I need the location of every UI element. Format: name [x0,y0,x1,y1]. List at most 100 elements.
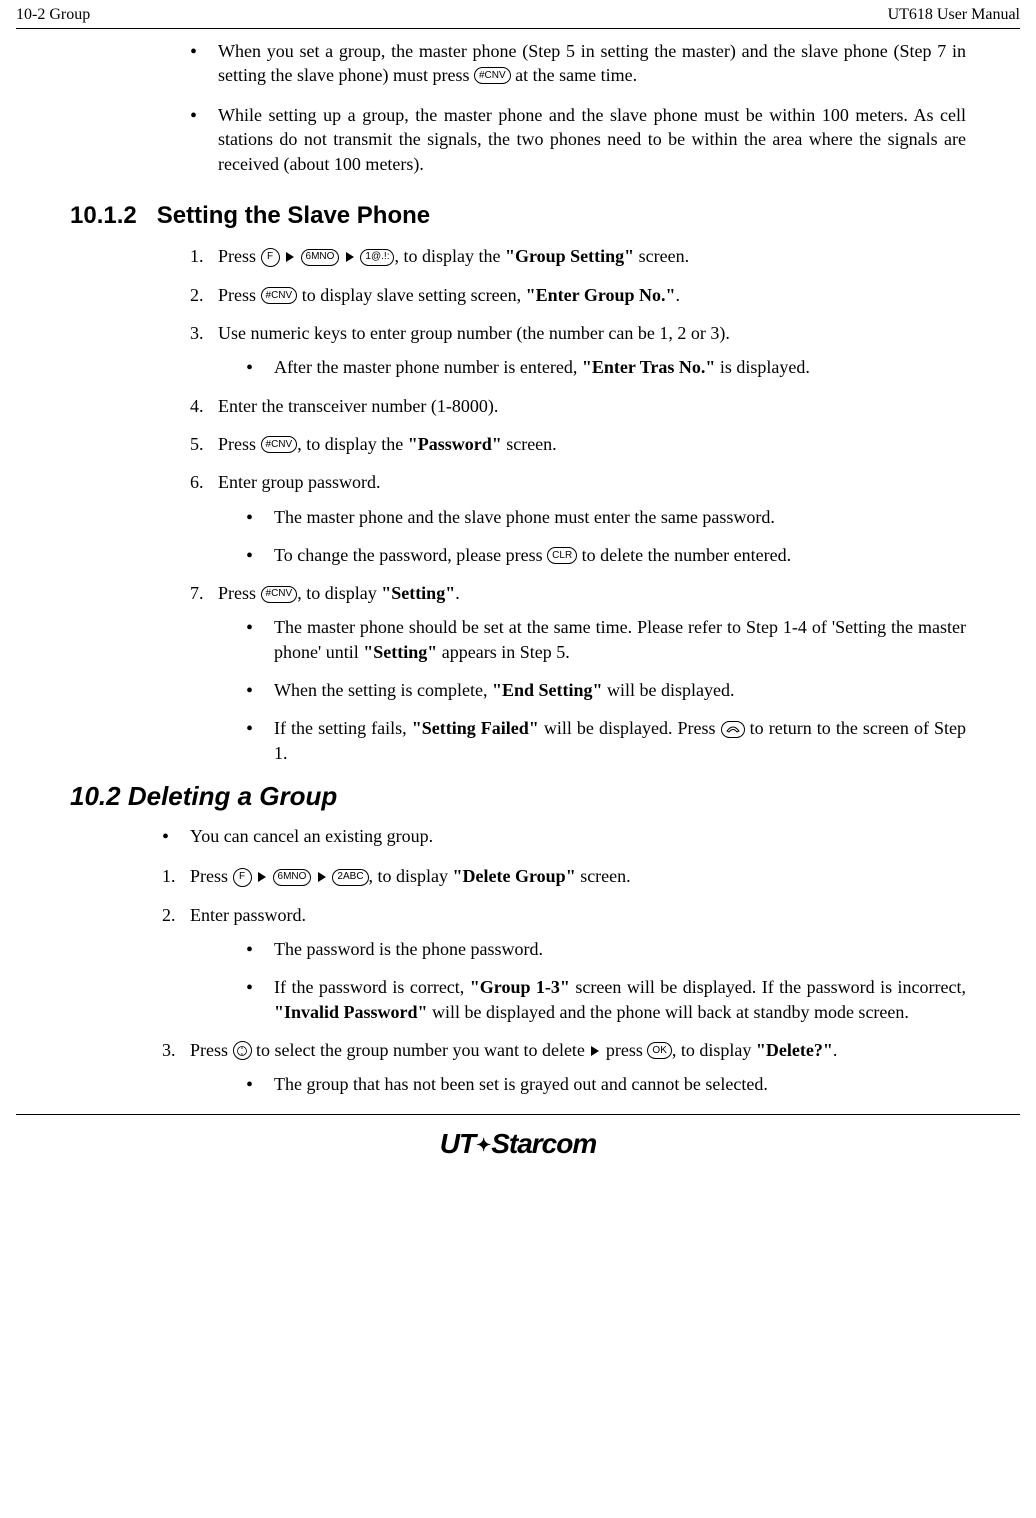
header-right: UT618 User Manual [888,4,1020,26]
sub-bullet: If the setting fails, "Setting Failed" w… [246,716,966,765]
sub-bullet: The master phone and the slave phone mus… [246,505,966,529]
ok-key-icon: OK [647,1042,671,1059]
triangle-icon [346,252,354,262]
hash-key-icon: #CNV [474,67,511,84]
step-4: 4. Enter the transceiver number (1-8000)… [190,394,966,418]
text: , to display the [394,246,505,266]
text: at the same time. [511,65,637,85]
step-6-sub: The master phone and the slave phone mus… [246,505,966,568]
sub-bullet: To change the password, please press CLR… [246,543,966,567]
text: screen will be displayed. If the passwor… [570,977,966,997]
bold-text: "Invalid Password" [274,1002,428,1022]
two-key-icon: 2ABC [332,869,368,886]
sub-bullet: The master phone should be set at the sa… [246,615,966,664]
step-5: 5. Press #CNV, to display the "Password"… [190,432,966,456]
text: screen. [502,434,557,454]
logo-ut: UT [440,1128,475,1159]
text: Enter group password. [218,472,380,492]
text: Press [218,583,261,603]
text: to select the group number you want to d… [252,1040,590,1060]
text: will be displayed and the phone will bac… [428,1002,909,1022]
text: The master phone and the slave phone mus… [274,507,775,527]
bold-text: "Setting" [381,583,455,603]
intro-bullet: You can cancel an existing group. [162,824,966,848]
text: You can cancel an existing group. [190,826,433,846]
text: The group that has not been set is graye… [274,1074,768,1094]
section-title: Setting the Slave Phone [157,202,430,229]
header-left: 10-2 Group [16,4,90,26]
footer-logo: UT✦Starcom [0,1125,1036,1171]
text: Press [190,866,233,886]
text: will be displayed. [602,680,734,700]
text: Press [218,285,261,305]
step-3-sub: After the master phone number is entered… [246,355,966,379]
step-7: 7. Press #CNV, to display "Setting". The… [190,581,966,765]
sub-bullet: The group that has not been set is graye… [246,1072,966,1096]
text: to display slave setting screen, [297,285,525,305]
text: is displayed. [715,357,810,377]
bold-text: "Enter Group No." [526,285,676,305]
f-key-icon: F [233,868,252,887]
text: The password is the phone password. [274,939,543,959]
text: Press [218,246,261,266]
step-2: 2. Press #CNV to display slave setting s… [190,283,966,307]
bold-text: "Setting" [363,642,437,662]
one-key-icon: 1@.!: [360,249,394,266]
triangle-icon [258,872,266,882]
section-heading-10-1-2: 10.1.2 Setting the Slave Phone [70,200,966,232]
main-content: When you set a group, the master phone (… [0,39,1036,1097]
step-1: 1. Press F 6MNO 2ABC, to display "Delete… [162,864,966,888]
step-6: 6. Enter group password. The master phon… [190,470,966,567]
clr-key-icon: CLR [547,547,577,564]
bold-text: "End Setting" [492,680,603,700]
triangle-icon [286,252,294,262]
steps-10-2: 1. Press F 6MNO 2ABC, to display "Delete… [162,864,966,1096]
bold-text: "Group 1-3" [470,977,570,997]
text: screen. [634,246,689,266]
hash-key-icon: #CNV [261,586,298,603]
text: . [455,583,460,603]
sub-bullet: When the setting is complete, "End Setti… [246,678,966,702]
six-key-icon: 6MNO [273,869,312,886]
text: screen. [576,866,631,886]
nav-key-icon [233,1041,252,1060]
step-2-sub: The password is the phone password. If t… [246,937,966,1024]
text: , to display [672,1040,756,1060]
bold-text: "Enter Tras No." [582,357,716,377]
intro-bullet-1: When you set a group, the master phone (… [190,39,966,88]
bold-text: "Password" [408,434,502,454]
hash-key-icon: #CNV [261,436,298,453]
text: , to display the [297,434,408,454]
step-3-sub: The group that has not been set is graye… [246,1072,966,1096]
text: Press [190,1040,233,1060]
text: To change the password, please press [274,545,547,565]
bold-text: "Delete Group" [453,866,576,886]
text: appears in Step 5. [437,642,569,662]
page-header: 10-2 Group UT618 User Manual [0,0,1036,28]
text: Use numeric keys to enter group number (… [218,323,730,343]
text: After the master phone number is entered… [274,357,582,377]
logo-rest: Starcom [491,1128,596,1159]
triangle-icon [591,1046,599,1056]
sub-bullet: The password is the phone password. [246,937,966,961]
bold-text: "Group Setting" [505,246,634,266]
six-key-icon: 6MNO [301,249,340,266]
header-rule [16,28,1020,29]
hash-key-icon: #CNV [261,287,298,304]
footer-rule [16,1114,1020,1115]
text: , to display [297,583,381,603]
text: Press [218,434,261,454]
text: . [676,285,681,305]
step-1: 1. Press F 6MNO 1@.!:, to display the "G… [190,244,966,268]
text: Enter the transceiver number (1-8000). [218,396,498,416]
text: If the setting fails, [274,718,412,738]
text: If the password is correct, [274,977,470,997]
text: will be displayed. Press [539,718,721,738]
text: , to display [369,866,453,886]
section-heading-10-2: 10.2 Deleting a Group [70,779,966,814]
text: Enter password. [190,905,306,925]
step-7-sub: The master phone should be set at the sa… [246,615,966,764]
sub-bullet: After the master phone number is entered… [246,355,966,379]
step-3: 3. Press to select the group number you … [162,1038,966,1097]
bold-text: "Delete?" [756,1040,833,1060]
